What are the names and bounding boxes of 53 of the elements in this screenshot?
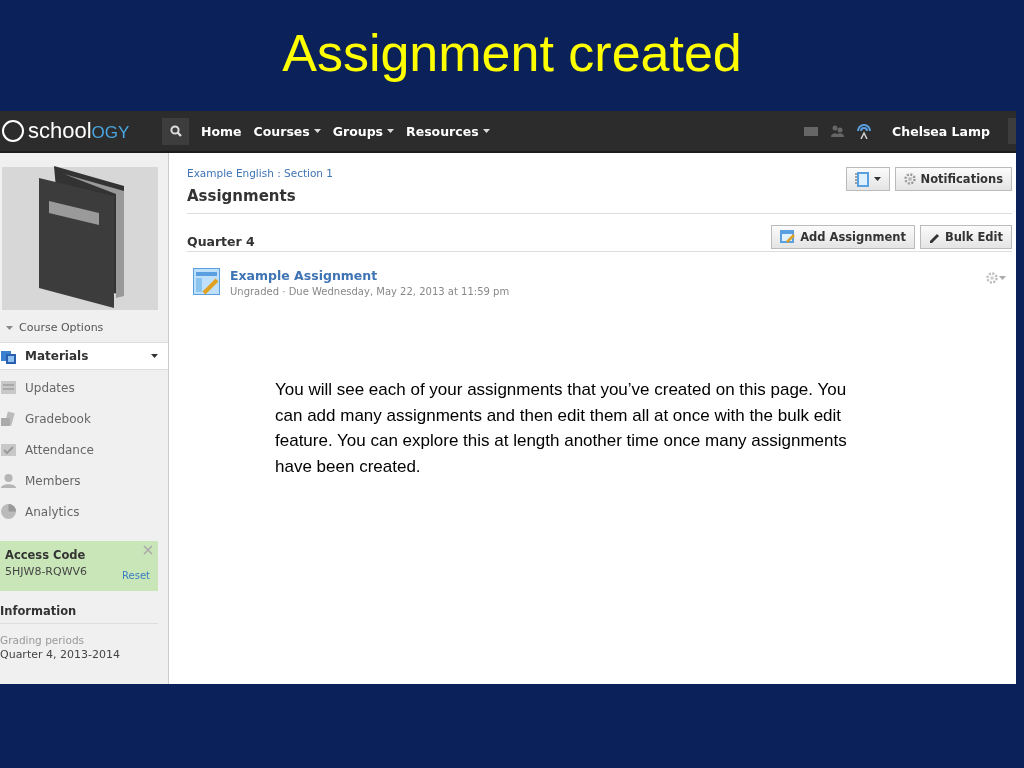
caret-icon: [151, 354, 158, 358]
search-button[interactable]: [162, 117, 189, 145]
view-toggle-button[interactable]: [845, 167, 890, 191]
book-stack-icon: [0, 410, 17, 427]
information-heading: Information: [0, 591, 158, 624]
sidebar-item[interactable]: Gradebook: [0, 403, 168, 434]
info-value: Quarter 4, 2013-2014: [0, 648, 121, 661]
signal-tower-icon[interactable]: [856, 123, 873, 139]
nav-menu[interactable]: Groups: [326, 123, 401, 139]
caret-icon: [482, 129, 490, 133]
slide-title: Assignment created: [281, 22, 743, 84]
caret-icon: [313, 129, 321, 133]
section-heading: Quarter 4: [187, 233, 255, 249]
info-label: Grading periods: [0, 634, 86, 646]
close-icon: [143, 545, 153, 555]
page-heading: Assignments: [187, 187, 297, 205]
assignment-icon: [780, 229, 796, 244]
settings-icon: [986, 272, 998, 284]
search-icon: [169, 125, 182, 137]
caret-icon: [999, 276, 1006, 280]
nav-menu[interactable]: Resources: [400, 123, 496, 139]
logo-circle-icon: [2, 120, 24, 142]
sidebar-item[interactable]: Materials: [0, 342, 168, 370]
gear-icon: [903, 173, 916, 185]
caret-icon: [387, 129, 395, 133]
mail-icon[interactable]: [804, 125, 819, 137]
caret-icon: [873, 177, 881, 181]
notifications-button[interactable]: Notifications: [894, 167, 1012, 191]
person-icon: [0, 472, 17, 489]
sidebar-item[interactable]: Members: [0, 465, 168, 496]
assignment-icon: [193, 268, 220, 295]
people-icon[interactable]: [830, 125, 845, 137]
logo-text[interactable]: schoolOGY: [28, 118, 130, 144]
close-button[interactable]: [143, 545, 153, 555]
sidebar-item[interactable]: Updates: [0, 372, 168, 403]
user-name[interactable]: Chelsea Lamp: [886, 122, 996, 140]
course-options-menu[interactable]: Course Options: [0, 310, 110, 342]
sidebar-item[interactable]: Attendance: [0, 434, 168, 465]
breadcrumb-link[interactable]: Example English : Section 1: [187, 167, 334, 179]
sidebar-item[interactable]: Analytics: [0, 496, 168, 527]
nav-menu[interactable]: Courses: [247, 123, 327, 139]
caret-icon: [6, 325, 13, 330]
assignment-details: Ungraded · Due Wednesday, May 22, 2013 at 11:59 pm: [230, 286, 510, 297]
access-code: 5HJW8-RQWV6: [5, 565, 88, 578]
assignment-link[interactable]: Example Assignment: [230, 268, 510, 283]
notebook-icon: [854, 171, 869, 187]
caption-paragraph: You will see each of your assignments that you’ve created on this page. You can add many assignments and then edit them all at once with the bulk edit feature. You can explore this at length another time once many assignments have been created.: [275, 379, 848, 478]
settings-menu[interactable]: [986, 272, 1006, 284]
nav-menu[interactable]: Home: [195, 123, 248, 139]
bulk-edit-button[interactable]: Bulk Edit: [919, 224, 1012, 249]
access-code-label: Access Code: [5, 548, 86, 562]
add-assignment-button[interactable]: Add Assignment: [771, 224, 915, 249]
pie-icon: [0, 503, 17, 520]
